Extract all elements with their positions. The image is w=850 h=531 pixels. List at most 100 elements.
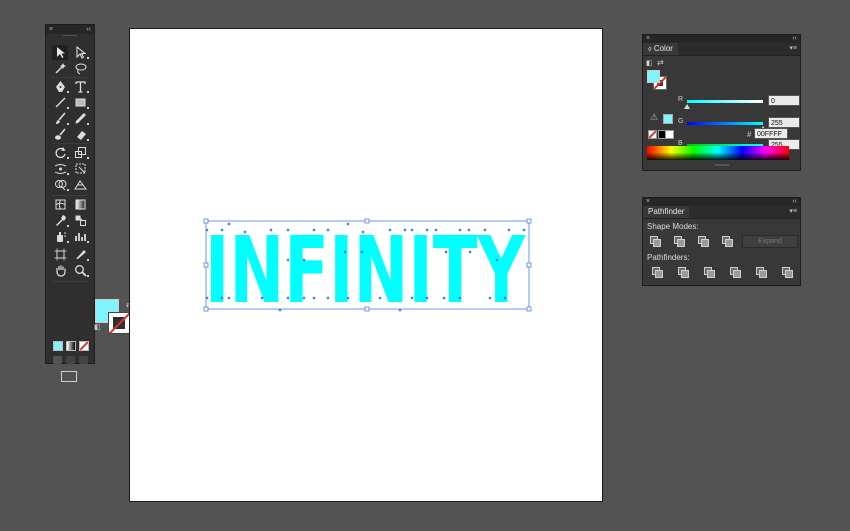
color-panel-tabs: ⬨ Color ▾≡ bbox=[643, 43, 800, 56]
artboard-tool-button[interactable] bbox=[52, 247, 68, 262]
merge-icon[interactable] bbox=[704, 267, 715, 278]
perspective-grid-tool-button[interactable] bbox=[72, 177, 88, 192]
draw-normal-icon[interactable] bbox=[53, 356, 62, 364]
flyout-indicator bbox=[67, 157, 69, 159]
column-graph-tool-icon bbox=[74, 233, 86, 241]
none-color-swatch[interactable] bbox=[648, 130, 657, 139]
pathfinder-panel-header[interactable]: × ‹‹ bbox=[643, 198, 800, 206]
exclude-icon[interactable] bbox=[722, 236, 733, 247]
panel-menu-icon[interactable]: ▾≡ bbox=[789, 45, 797, 53]
rectangle-tool-icon bbox=[75, 98, 85, 107]
tool-row bbox=[46, 145, 94, 161]
blend-tool-icon bbox=[75, 215, 86, 226]
pen-tool-icon bbox=[55, 81, 65, 92]
outline-icon[interactable] bbox=[756, 267, 767, 278]
default-colors-icon[interactable]: ◧ bbox=[646, 59, 653, 67]
gradient-mode-button[interactable] bbox=[66, 341, 76, 351]
collapse-icon[interactable]: ‹‹ bbox=[86, 25, 91, 34]
flyout-indicator bbox=[67, 173, 69, 175]
color-spectrum[interactable] bbox=[647, 146, 789, 160]
flyout-indicator bbox=[67, 107, 69, 109]
slider-thumb[interactable] bbox=[684, 104, 690, 109]
color-panel-header[interactable]: × ‹‹ bbox=[643, 35, 800, 43]
lasso-tool-button[interactable] bbox=[72, 61, 88, 76]
tools-panel-header[interactable]: × ‹‹ bbox=[46, 25, 94, 34]
tool-divider bbox=[52, 77, 88, 78]
trim-icon[interactable] bbox=[678, 267, 689, 278]
width-tool-button[interactable] bbox=[52, 161, 69, 176]
white-color-swatch[interactable] bbox=[665, 130, 674, 139]
selection-tool-button[interactable] bbox=[52, 45, 68, 60]
minus-back-icon[interactable] bbox=[782, 267, 793, 278]
close-icon[interactable]: × bbox=[646, 35, 650, 43]
draw-behind-icon[interactable] bbox=[66, 356, 75, 364]
minus-front-icon[interactable] bbox=[674, 236, 685, 247]
screen-mode-icon[interactable] bbox=[61, 371, 77, 382]
slider-row-r: R0 bbox=[643, 95, 800, 111]
shape-builder-tool-button[interactable] bbox=[52, 177, 69, 192]
magic-wand-tool-button[interactable] bbox=[52, 61, 68, 76]
swap-colors-icon[interactable]: ⇄ bbox=[657, 58, 664, 67]
artboard[interactable] bbox=[129, 28, 603, 502]
gamut-color-swatch[interactable] bbox=[663, 114, 673, 124]
tool-divider bbox=[52, 281, 88, 282]
draw-inside-icon[interactable] bbox=[79, 356, 88, 364]
rotate-tool-button[interactable] bbox=[52, 145, 69, 160]
rectangle-tool-button[interactable] bbox=[72, 95, 89, 110]
paintbrush-tool-button[interactable] bbox=[52, 111, 69, 126]
channel-slider-track[interactable] bbox=[687, 122, 763, 125]
collapse-icon[interactable]: ‹‹ bbox=[792, 35, 797, 43]
stroke-swatch[interactable] bbox=[108, 312, 130, 334]
type-tool-button[interactable] bbox=[72, 79, 89, 94]
color-mode-button[interactable] bbox=[53, 341, 63, 351]
flyout-indicator bbox=[87, 91, 89, 93]
channel-value-input[interactable]: 255 bbox=[768, 117, 800, 128]
lasso-tool-icon bbox=[75, 63, 86, 75]
rotate-tool-icon bbox=[55, 147, 66, 159]
hex-input[interactable]: 00FFFF bbox=[754, 128, 788, 139]
scale-tool-button[interactable] bbox=[72, 145, 89, 160]
zoom-tool-button[interactable] bbox=[72, 263, 89, 278]
tool-row bbox=[46, 161, 94, 177]
tab-pathfinder[interactable]: Pathfinder bbox=[643, 206, 690, 218]
blend-tool-button[interactable] bbox=[72, 213, 88, 228]
column-graph-tool-button[interactable] bbox=[72, 229, 89, 244]
out-of-gamut-warning-icon[interactable]: ⚠ bbox=[650, 112, 658, 123]
hand-tool-button[interactable] bbox=[52, 263, 68, 278]
fill-swatch[interactable] bbox=[647, 70, 660, 83]
none-mode-button[interactable] bbox=[79, 341, 89, 351]
line-segment-tool-button[interactable] bbox=[52, 95, 69, 110]
blob-brush-tool-button[interactable] bbox=[52, 127, 68, 142]
slice-tool-button[interactable] bbox=[72, 247, 89, 262]
intersect-icon[interactable] bbox=[698, 236, 709, 247]
channel-value-input[interactable]: 0 bbox=[768, 95, 800, 106]
close-icon[interactable]: × bbox=[49, 25, 53, 34]
flyout-indicator bbox=[87, 139, 89, 141]
panel-menu-icon[interactable]: ▾≡ bbox=[789, 208, 797, 216]
pen-tool-button[interactable] bbox=[52, 79, 69, 94]
symbol-sprayer-tool-button[interactable] bbox=[52, 229, 69, 244]
panel-grip[interactable] bbox=[46, 34, 94, 38]
free-transform-tool-button[interactable] bbox=[72, 161, 88, 176]
flyout-indicator bbox=[87, 241, 89, 243]
collapse-icon[interactable]: ‹‹ bbox=[792, 198, 797, 206]
pencil-tool-button[interactable] bbox=[72, 111, 89, 126]
tab-color[interactable]: ⬨ Color bbox=[643, 43, 678, 55]
unite-icon[interactable] bbox=[650, 236, 661, 247]
eyedropper-tool-button[interactable] bbox=[52, 213, 69, 228]
channel-slider-track[interactable] bbox=[687, 100, 763, 103]
flyout-indicator bbox=[87, 275, 89, 277]
gradient-tool-button[interactable] bbox=[72, 197, 88, 212]
crop-icon[interactable] bbox=[730, 267, 741, 278]
symbol-sprayer-tool-icon bbox=[56, 232, 66, 242]
expand-button[interactable]: Expand bbox=[742, 235, 798, 248]
close-icon[interactable]: × bbox=[646, 198, 650, 206]
resize-grip[interactable] bbox=[715, 164, 729, 166]
divide-icon[interactable] bbox=[652, 267, 663, 278]
eraser-tool-button[interactable] bbox=[72, 127, 89, 142]
type-tool-icon bbox=[74, 81, 86, 93]
mesh-tool-button[interactable] bbox=[52, 197, 68, 212]
zoom-tool-icon bbox=[74, 265, 87, 277]
direct-selection-tool-button[interactable] bbox=[72, 45, 89, 60]
default-fill-stroke-icon[interactable]: ◧ bbox=[94, 323, 101, 331]
